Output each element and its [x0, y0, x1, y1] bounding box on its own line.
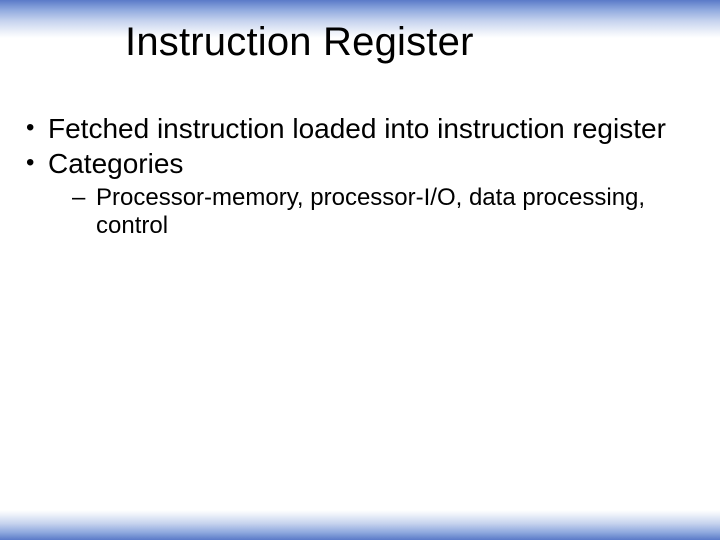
- list-item: Fetched instruction loaded into instruct…: [20, 112, 690, 145]
- slide: Instruction Register Fetched instruction…: [0, 0, 720, 540]
- bullet-text: Categories: [48, 148, 183, 179]
- list-item: Processor-memory, processor-I/O, data pr…: [48, 184, 690, 241]
- list-item: Categories Processor-memory, processor-I…: [20, 147, 690, 241]
- bullet-list: Fetched instruction loaded into instruct…: [20, 112, 690, 241]
- sub-bullet-text: Processor-memory, processor-I/O, data pr…: [96, 184, 645, 239]
- sub-bullet-list: Processor-memory, processor-I/O, data pr…: [48, 184, 690, 241]
- slide-title: Instruction Register: [125, 20, 474, 65]
- bottom-gradient-bar: [0, 510, 720, 540]
- slide-body: Fetched instruction loaded into instruct…: [20, 112, 690, 243]
- bullet-text: Fetched instruction loaded into instruct…: [48, 113, 666, 144]
